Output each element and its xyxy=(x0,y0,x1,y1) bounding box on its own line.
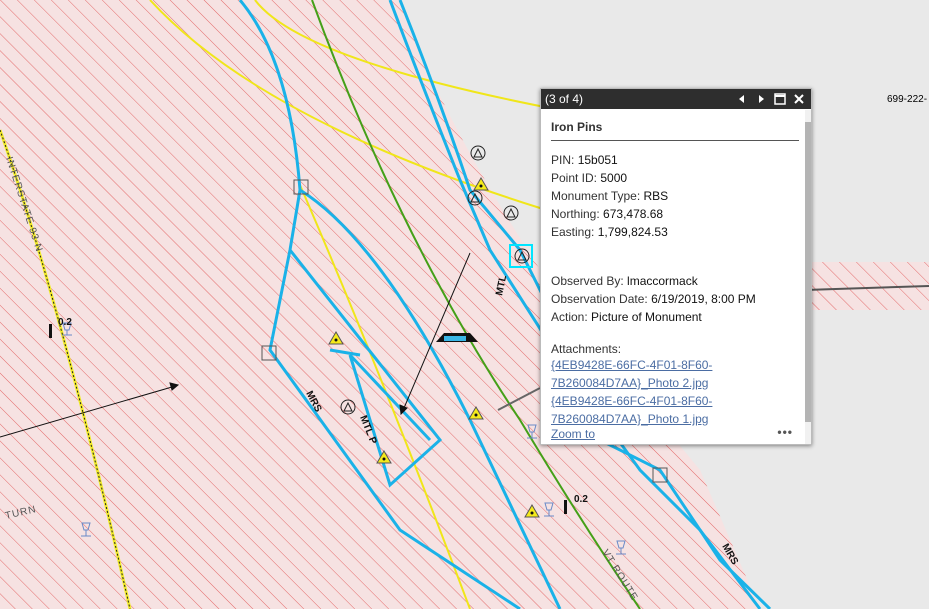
mile-marker-right xyxy=(564,500,567,514)
attachment-link-1[interactable]: {4EB9428E-66FC-4F01-8F60- 7B260084D7AA}_P… xyxy=(551,356,801,392)
popup-scrollbar-thumb[interactable] xyxy=(805,122,811,422)
mile-marker-left xyxy=(49,324,52,338)
more-actions-icon[interactable]: ••• xyxy=(777,425,793,439)
marker-label-left: 0.2 xyxy=(58,317,72,328)
maximize-icon[interactable] xyxy=(772,91,788,107)
marker-label-right: 0.2 xyxy=(574,494,588,505)
popup-title: Iron Pins xyxy=(551,120,799,141)
attachment-link-2[interactable]: {4EB9428E-66FC-4F01-8F60- 7B260084D7AA}_P… xyxy=(551,392,801,428)
parcel-id-label: 699-222- xyxy=(887,94,928,105)
prev-arrow-icon[interactable] xyxy=(734,91,750,107)
attachments-label: Attachments: xyxy=(551,342,622,356)
attr-point-id: Point ID: 5000 xyxy=(551,171,628,185)
popup-header: (3 of 4) xyxy=(541,89,811,109)
zoom-to-link[interactable]: Zoom to xyxy=(551,427,595,441)
popup-body: Iron Pins PIN: 15b051 Point ID: 5000 Mon… xyxy=(541,110,811,444)
close-icon[interactable] xyxy=(791,91,807,107)
attr-observed-by: Observed By: lmaccormack xyxy=(551,274,698,288)
feature-popup[interactable]: (3 of 4) Iron Pins PIN: 15b051 Point ID:… xyxy=(540,88,812,445)
attr-northing: Northing: 673,478.68 xyxy=(551,207,664,221)
next-arrow-icon[interactable] xyxy=(753,91,769,107)
attr-monument-type: Monument Type: RBS xyxy=(551,189,669,203)
attr-pin: PIN: 15b051 xyxy=(551,153,618,167)
attr-easting: Easting: 1,799,824.53 xyxy=(551,225,668,239)
popup-counter: (3 of 4) xyxy=(545,92,584,106)
attr-action: Action: Picture of Monument xyxy=(551,310,702,324)
attr-observation-date: Observation Date: 6/19/2019, 8:00 PM xyxy=(551,292,756,306)
